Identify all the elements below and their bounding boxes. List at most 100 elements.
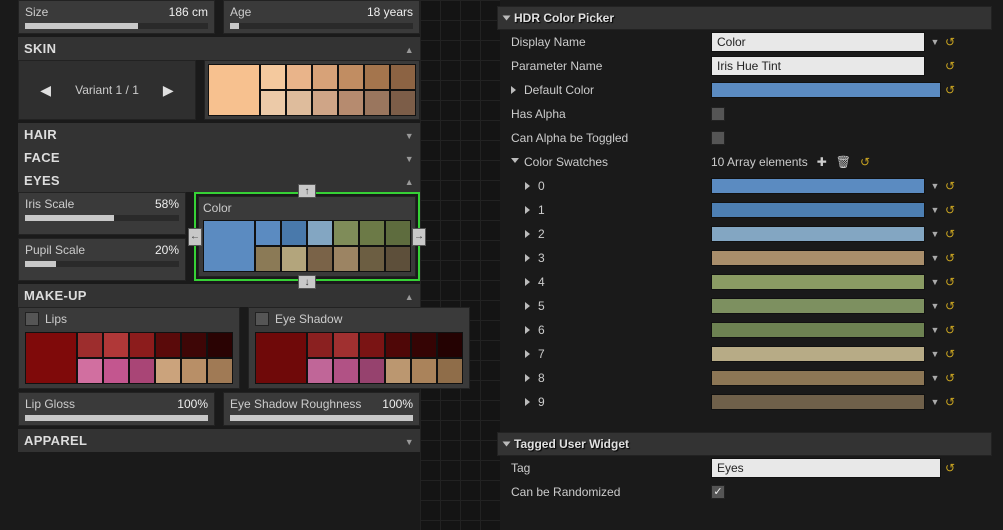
swatch[interactable] bbox=[129, 332, 155, 358]
swatch[interactable] bbox=[411, 332, 437, 358]
move-left-icon[interactable]: ← bbox=[188, 228, 202, 246]
swatch[interactable] bbox=[103, 332, 129, 358]
parameter-name-input[interactable] bbox=[711, 56, 925, 76]
swatch[interactable] bbox=[281, 220, 307, 246]
swatch[interactable] bbox=[333, 246, 359, 272]
age-slider[interactable] bbox=[230, 23, 413, 29]
swatch[interactable] bbox=[307, 332, 333, 358]
prop-age[interactable]: Age18 years bbox=[223, 0, 420, 34]
swatch-color[interactable] bbox=[711, 226, 925, 242]
swatch[interactable] bbox=[307, 246, 333, 272]
swatch-color[interactable] bbox=[711, 178, 925, 194]
dropdown-icon[interactable]: ▼ bbox=[929, 349, 941, 359]
group-tagged-widget[interactable]: Tagged User Widget bbox=[497, 432, 992, 456]
dropdown-icon[interactable]: ▼ bbox=[929, 373, 941, 383]
revert-icon[interactable]: ↺ bbox=[945, 371, 955, 385]
expand-icon[interactable] bbox=[525, 347, 533, 361]
revert-icon[interactable]: ↺ bbox=[860, 155, 870, 169]
lips-checkbox[interactable] bbox=[25, 312, 39, 326]
swatch[interactable] bbox=[411, 358, 437, 384]
dropdown-icon[interactable]: ▼ bbox=[929, 229, 941, 239]
revert-icon[interactable]: ↺ bbox=[945, 299, 955, 313]
section-face[interactable]: FACE bbox=[18, 146, 420, 169]
default-color-swatch[interactable] bbox=[711, 82, 941, 98]
dropdown-icon[interactable]: ▼ bbox=[929, 253, 941, 263]
swatch[interactable] bbox=[333, 220, 359, 246]
move-right-icon[interactable]: → bbox=[412, 228, 426, 246]
expand-icon[interactable] bbox=[525, 371, 533, 385]
swatch[interactable] bbox=[181, 332, 207, 358]
swatch[interactable] bbox=[338, 64, 364, 90]
swatch[interactable] bbox=[338, 90, 364, 116]
swatch[interactable] bbox=[385, 220, 411, 246]
section-hair[interactable]: HAIR bbox=[18, 123, 420, 146]
swatch[interactable] bbox=[286, 90, 312, 116]
pupil-slider[interactable] bbox=[25, 261, 179, 267]
eye-color-selected[interactable] bbox=[203, 220, 255, 272]
revert-icon[interactable]: ↺ bbox=[945, 461, 955, 475]
revert-icon[interactable]: ↺ bbox=[945, 275, 955, 289]
swatch-color[interactable] bbox=[711, 322, 925, 338]
prev-variant-icon[interactable]: ◀ bbox=[40, 82, 51, 99]
swatch-color[interactable] bbox=[711, 346, 925, 362]
expand-icon[interactable] bbox=[525, 299, 533, 313]
next-variant-icon[interactable]: ▶ bbox=[163, 82, 174, 99]
swatch[interactable] bbox=[333, 358, 359, 384]
swatch[interactable] bbox=[359, 358, 385, 384]
expand-icon[interactable] bbox=[525, 203, 533, 217]
revert-icon[interactable]: ↺ bbox=[945, 347, 955, 361]
collapse-icon[interactable] bbox=[508, 158, 522, 166]
swatch[interactable] bbox=[307, 358, 333, 384]
move-down-icon[interactable]: ↓ bbox=[298, 275, 316, 289]
expand-icon[interactable] bbox=[525, 395, 533, 409]
swatch-color[interactable] bbox=[711, 394, 925, 410]
swatch[interactable] bbox=[255, 220, 281, 246]
swatch[interactable] bbox=[390, 64, 416, 90]
swatch[interactable] bbox=[181, 358, 207, 384]
swatch[interactable] bbox=[385, 332, 411, 358]
group-hdr-color-picker[interactable]: HDR Color Picker bbox=[497, 6, 992, 30]
swatch[interactable] bbox=[281, 246, 307, 272]
swatch-color[interactable] bbox=[711, 202, 925, 218]
swatch[interactable] bbox=[364, 90, 390, 116]
alpha-toggle-checkbox[interactable] bbox=[711, 131, 725, 145]
eyeshadow-checkbox[interactable] bbox=[255, 312, 269, 326]
swatch[interactable] bbox=[155, 332, 181, 358]
prop-pupil-scale[interactable]: Pupil Scale20% bbox=[18, 238, 186, 281]
section-makeup[interactable]: MAKE-UP bbox=[18, 284, 420, 307]
prop-iris-scale[interactable]: Iris Scale58% bbox=[18, 192, 186, 235]
swatch[interactable] bbox=[207, 332, 233, 358]
swatch[interactable] bbox=[312, 64, 338, 90]
dropdown-icon[interactable]: ▼ bbox=[929, 37, 941, 47]
swatch[interactable] bbox=[155, 358, 181, 384]
swatch[interactable] bbox=[359, 332, 385, 358]
expand-icon[interactable] bbox=[525, 227, 533, 241]
swatch[interactable] bbox=[260, 64, 286, 90]
swatch[interactable] bbox=[359, 246, 385, 272]
section-skin[interactable]: SKIN bbox=[18, 37, 420, 60]
revert-icon[interactable]: ↺ bbox=[945, 179, 955, 193]
swatch[interactable] bbox=[385, 358, 411, 384]
swatch[interactable] bbox=[103, 358, 129, 384]
swatch[interactable] bbox=[364, 64, 390, 90]
swatch-color[interactable] bbox=[711, 370, 925, 386]
swatch[interactable] bbox=[437, 358, 463, 384]
randomize-checkbox[interactable] bbox=[711, 485, 725, 499]
display-name-input[interactable] bbox=[711, 32, 925, 52]
dropdown-icon[interactable]: ▼ bbox=[929, 301, 941, 311]
revert-icon[interactable]: ↺ bbox=[945, 59, 955, 73]
tag-input[interactable] bbox=[711, 458, 941, 478]
clear-array-icon[interactable]: 🗑 bbox=[836, 155, 851, 169]
swatch[interactable] bbox=[207, 358, 233, 384]
swatch[interactable] bbox=[307, 220, 333, 246]
expand-icon[interactable] bbox=[525, 251, 533, 265]
dropdown-icon[interactable]: ▼ bbox=[929, 277, 941, 287]
has-alpha-checkbox[interactable] bbox=[711, 107, 725, 121]
expand-icon[interactable] bbox=[525, 323, 533, 337]
revert-icon[interactable]: ↺ bbox=[945, 35, 955, 49]
expand-icon[interactable] bbox=[511, 83, 519, 97]
swatch[interactable] bbox=[129, 358, 155, 384]
revert-icon[interactable]: ↺ bbox=[945, 203, 955, 217]
revert-icon[interactable]: ↺ bbox=[945, 83, 955, 97]
iris-slider[interactable] bbox=[25, 215, 179, 221]
